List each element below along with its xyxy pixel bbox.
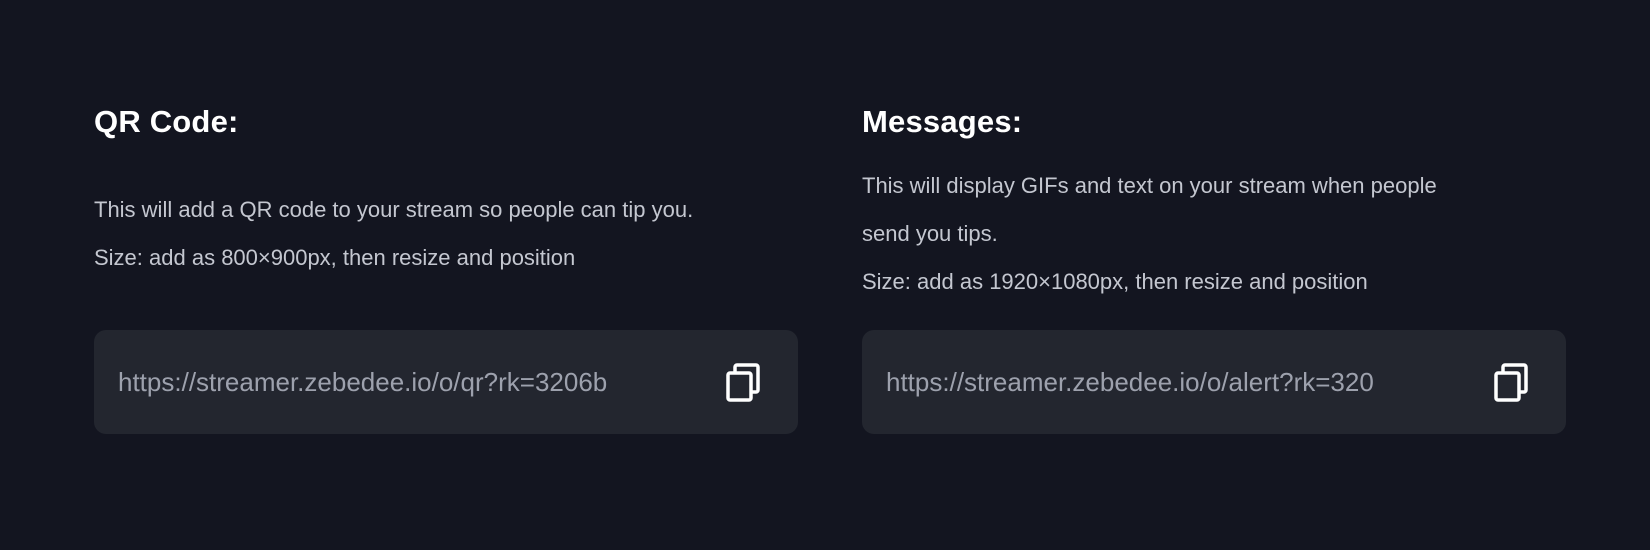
messages-description: This will display GIFs and text on your … [862,162,1566,306]
messages-url[interactable]: https://streamer.zebedee.io/o/alert?rk=3… [886,330,1446,434]
overlay-settings-page: QR Code: This will add a QR code to your… [0,0,1650,550]
messages-url-field[interactable]: https://streamer.zebedee.io/o/alert?rk=3… [862,330,1566,434]
qr-code-description: This will add a QR code to your stream s… [94,186,798,282]
copy-icon [726,363,760,402]
qr-code-description-line: This will add a QR code to your stream s… [94,197,694,222]
messages-description-line: This will display GIFs and text on your … [862,173,1437,198]
qr-code-title: QR Code: [94,104,239,139]
messages-copy-button[interactable] [1492,362,1532,402]
qr-code-size-hint: Size: add as 800×900px, then resize and … [94,245,576,270]
qr-code-url-field[interactable]: https://streamer.zebedee.io/o/qr?rk=3206… [94,330,798,434]
messages-size-hint: Size: add as 1920×1080px, then resize an… [862,269,1368,294]
messages-description-line: send you tips. [862,221,998,246]
qr-code-url[interactable]: https://streamer.zebedee.io/o/qr?rk=3206… [118,330,678,434]
copy-icon [1494,363,1528,402]
messages-title: Messages: [862,104,1023,139]
qr-code-copy-button[interactable] [724,362,764,402]
